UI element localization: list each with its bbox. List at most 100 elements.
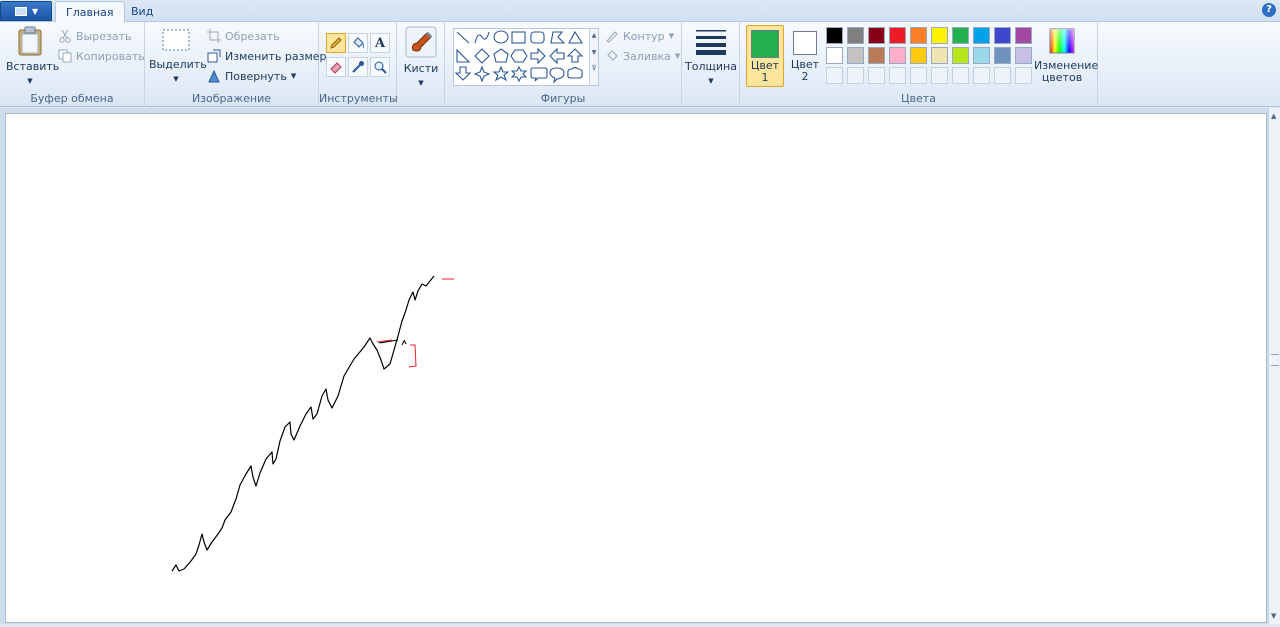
- palette-swatch[interactable]: [1015, 47, 1032, 64]
- rounded-callout-shape-icon: [530, 67, 548, 82]
- chevron-down-icon: ▼: [668, 32, 675, 40]
- custom-color-slot[interactable]: [889, 67, 906, 84]
- crop-label: Обрезать: [225, 29, 280, 43]
- custom-color-slot[interactable]: [931, 67, 948, 84]
- clipboard-group-label: Буфер обмена: [30, 92, 114, 105]
- color-picker-tool[interactable]: [348, 57, 368, 77]
- palette-swatch[interactable]: [847, 27, 864, 44]
- magnifier-tool[interactable]: [370, 57, 390, 77]
- chevron-down-icon[interactable]: ▼: [1271, 612, 1276, 620]
- chevron-down-icon: ▼: [173, 75, 179, 83]
- color-palette: [826, 27, 1034, 89]
- palette-swatch[interactable]: [952, 27, 969, 44]
- shapes-gallery: ▲ ▼ ⊽: [453, 28, 599, 86]
- resize-icon: [207, 49, 221, 63]
- color2-swatch: [793, 31, 817, 55]
- rotate-button[interactable]: Повернуть ▼: [207, 67, 296, 85]
- palette-swatch[interactable]: [889, 27, 906, 44]
- color2-button[interactable]: Цвет 2: [786, 25, 824, 87]
- palette-swatch[interactable]: [1015, 27, 1032, 44]
- canvas-workspace: [0, 108, 1268, 624]
- custom-color-slot[interactable]: [910, 67, 927, 84]
- chevron-up-icon[interactable]: ▲: [1271, 112, 1276, 120]
- text-tool[interactable]: A: [370, 33, 390, 53]
- thickness-button[interactable]: Толщина ▼: [684, 28, 738, 87]
- scrollbar-grip[interactable]: [1271, 354, 1279, 366]
- tab-view[interactable]: Вид: [121, 1, 163, 23]
- fill-tool[interactable]: [348, 33, 368, 53]
- palette-swatch[interactable]: [931, 27, 948, 44]
- eraser-tool[interactable]: [326, 57, 346, 77]
- custom-color-slot[interactable]: [826, 67, 843, 84]
- chevron-down-icon[interactable]: ▼: [590, 49, 598, 56]
- copy-button[interactable]: Копировать: [58, 47, 145, 65]
- eraser-icon: [330, 62, 342, 74]
- up-arrow-shape-icon: [566, 48, 584, 63]
- tab-bar: ▼ Главная Вид ?: [0, 0, 1280, 23]
- palette-swatch[interactable]: [973, 27, 990, 44]
- color1-button[interactable]: Цвет 1: [746, 25, 784, 87]
- select-label: Выделить: [149, 58, 207, 71]
- line-shape-icon: [456, 31, 470, 44]
- palette-swatch[interactable]: [868, 47, 885, 64]
- down-arrow-shape-icon: [454, 66, 472, 81]
- fill-button[interactable]: Заливка ▼: [605, 47, 680, 65]
- gallery-expand-icon[interactable]: ⊽: [590, 64, 598, 72]
- triangle-shape-icon: [568, 30, 584, 44]
- fill-label: Заливка: [623, 49, 671, 63]
- palette-swatch[interactable]: [973, 47, 990, 64]
- crop-button[interactable]: Обрезать: [207, 27, 280, 45]
- drawing-canvas[interactable]: [5, 113, 1267, 623]
- paste-button[interactable]: Вставить ▼: [6, 26, 60, 87]
- palette-swatch[interactable]: [952, 47, 969, 64]
- chevron-up-icon[interactable]: ▲: [590, 32, 598, 39]
- left-arrow-shape-icon: [549, 47, 565, 65]
- custom-color-slot[interactable]: [994, 67, 1011, 84]
- cut-label: Вырезать: [76, 29, 132, 43]
- four-point-star-shape-icon: [473, 65, 491, 83]
- custom-color-slot[interactable]: [868, 67, 885, 84]
- scissors-icon: [59, 29, 71, 43]
- app-menu-icon: [15, 7, 27, 16]
- custom-color-slot[interactable]: [973, 67, 990, 84]
- app-menu-button[interactable]: ▼: [0, 1, 52, 21]
- pencil-tool[interactable]: [326, 33, 346, 53]
- brushes-button[interactable]: Кисти ▼: [403, 26, 439, 89]
- palette-swatch[interactable]: [910, 27, 927, 44]
- cloud-callout-shape-icon: [567, 66, 583, 79]
- right-triangle-shape-icon: [456, 48, 471, 63]
- custom-color-slot[interactable]: [952, 67, 969, 84]
- help-icon[interactable]: ?: [1262, 3, 1276, 17]
- palette-swatch[interactable]: [847, 47, 864, 64]
- palette-swatch[interactable]: [826, 27, 843, 44]
- shapes-gallery-scroll[interactable]: ▲ ▼ ⊽: [589, 29, 598, 85]
- palette-swatch[interactable]: [994, 47, 1011, 64]
- select-button[interactable]: Выделить ▼: [149, 28, 207, 85]
- custom-color-slot[interactable]: [1015, 67, 1032, 84]
- fill-bucket-icon: [607, 50, 618, 61]
- edit-colors-button[interactable]: Изменение цветов: [1032, 27, 1098, 84]
- color1-swatch: [751, 30, 779, 58]
- eyedropper-icon: [352, 61, 364, 73]
- colors-group: Цвет 1 Цвет 2 Изменение цветов Цвета: [740, 22, 1098, 107]
- custom-color-slot[interactable]: [847, 67, 864, 84]
- diamond-shape-icon: [474, 48, 490, 64]
- palette-swatch[interactable]: [931, 47, 948, 64]
- cut-button[interactable]: Вырезать: [58, 27, 131, 45]
- copy-label: Копировать: [76, 49, 145, 63]
- resize-button[interactable]: Изменить размер: [207, 47, 327, 65]
- paste-label: Вставить: [6, 60, 60, 73]
- text-icon: A: [374, 35, 386, 51]
- tab-home[interactable]: Главная: [55, 1, 125, 23]
- outline-label: Контур: [623, 29, 665, 43]
- crop-icon: [207, 29, 221, 43]
- chevron-down-icon: ▼: [418, 79, 424, 87]
- palette-swatch[interactable]: [889, 47, 906, 64]
- vertical-scrollbar[interactable]: ▲ ▼: [1268, 108, 1280, 624]
- outline-button[interactable]: Контур ▼: [605, 27, 674, 45]
- palette-swatch[interactable]: [910, 47, 927, 64]
- palette-swatch[interactable]: [868, 27, 885, 44]
- polygon-shape-icon: [550, 31, 566, 44]
- palette-swatch[interactable]: [826, 47, 843, 64]
- palette-swatch[interactable]: [994, 27, 1011, 44]
